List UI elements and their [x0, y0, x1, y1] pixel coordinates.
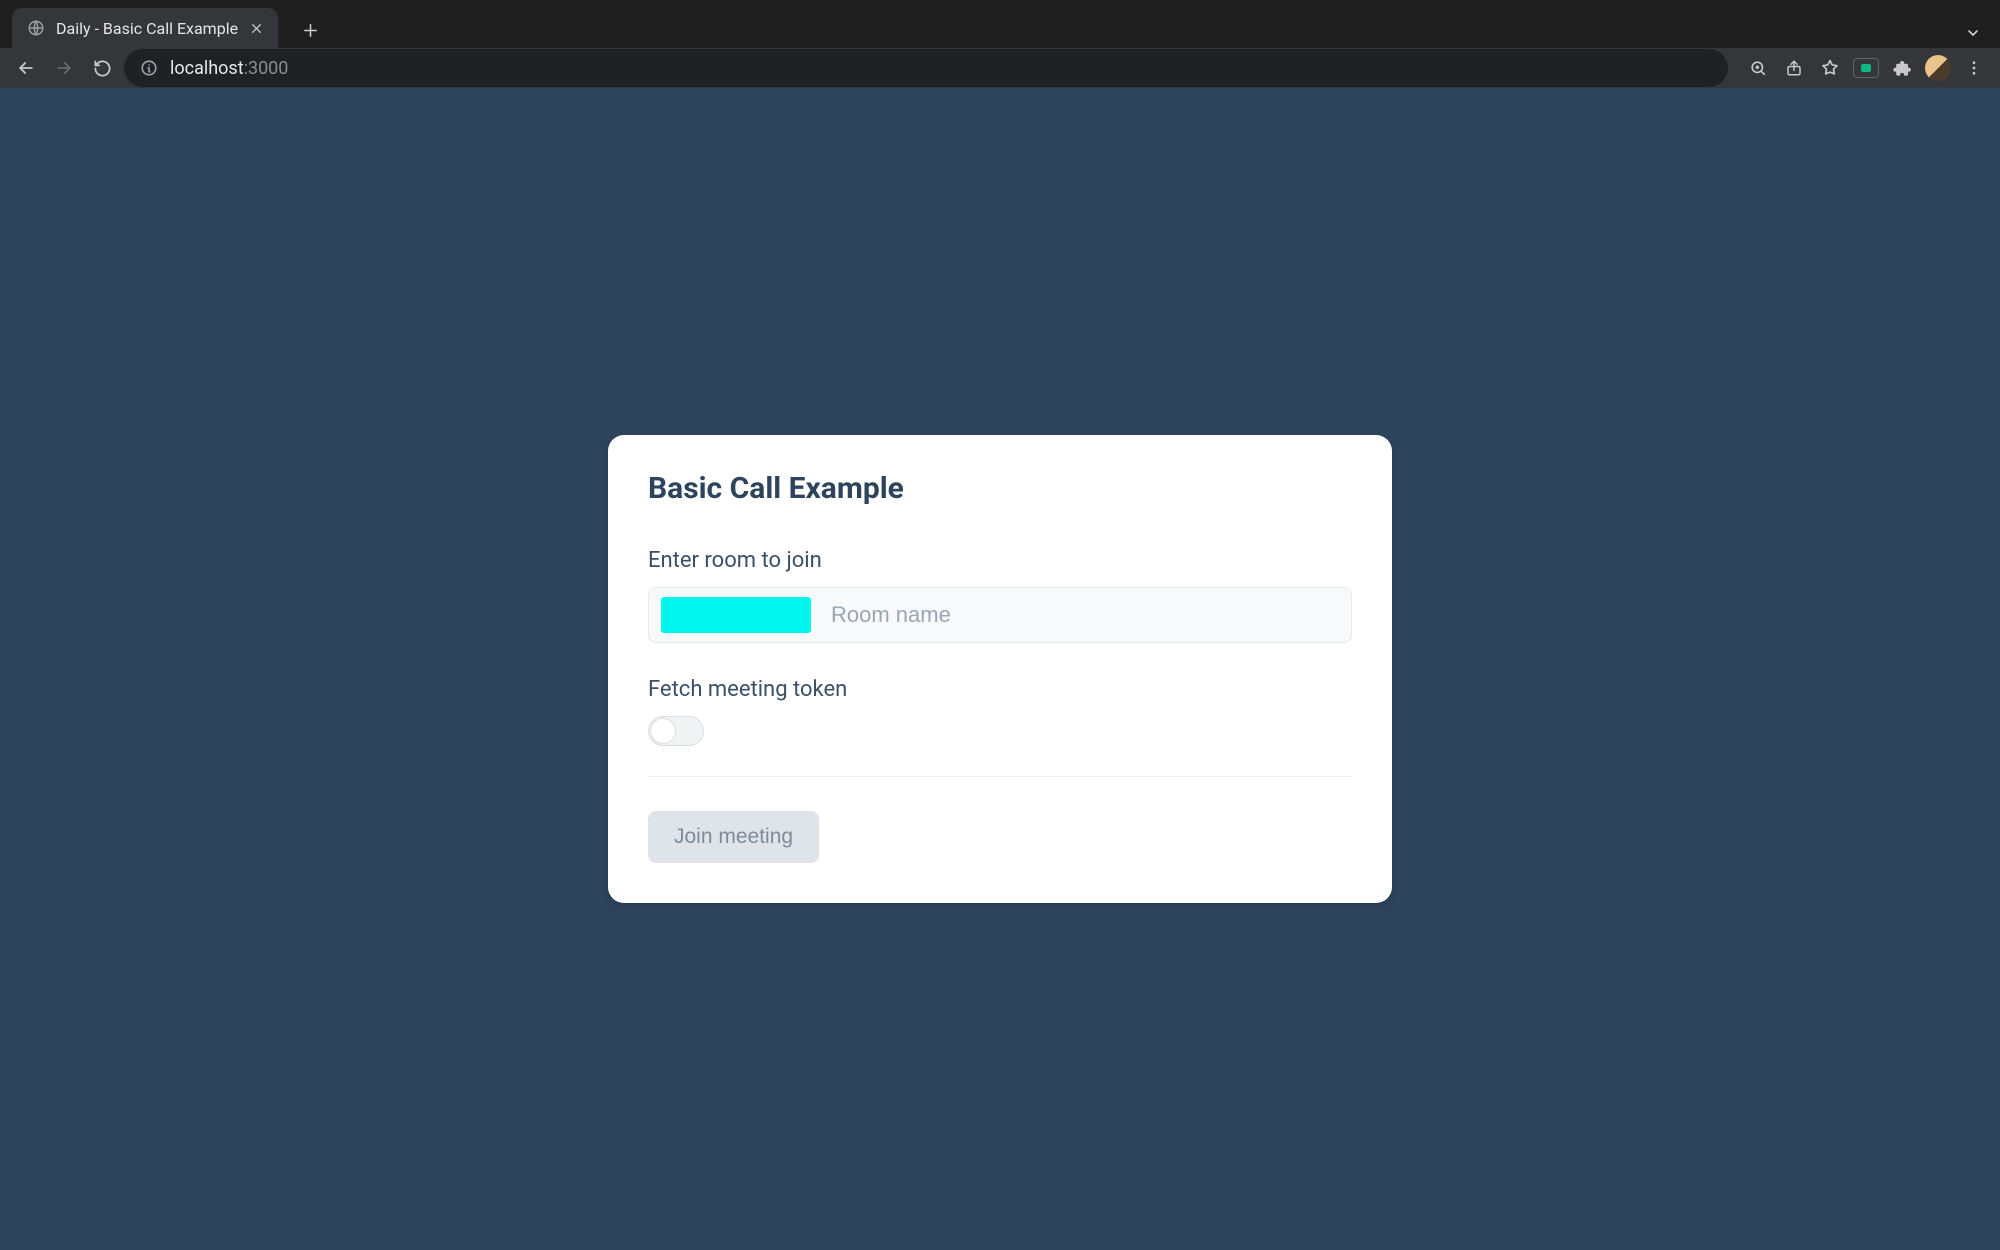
token-toggle-row: Fetch meeting token	[648, 677, 1352, 746]
extensions-puzzle-icon[interactable]	[1886, 52, 1918, 84]
back-button[interactable]	[10, 52, 42, 84]
kebab-menu-icon[interactable]	[1958, 52, 1990, 84]
room-field-label: Enter room to join	[648, 548, 1352, 573]
toggle-knob	[650, 718, 676, 744]
url-port: :3000	[244, 58, 289, 79]
bookmark-star-icon[interactable]	[1814, 52, 1846, 84]
browser-chrome: Daily - Basic Call Example	[0, 0, 2000, 88]
room-url-prefix-redacted	[661, 597, 811, 633]
reload-button[interactable]	[86, 52, 118, 84]
url-text: localhost:3000	[170, 58, 288, 79]
join-card: Basic Call Example Enter room to join Fe…	[608, 435, 1392, 903]
new-tab-button[interactable]	[292, 12, 328, 48]
room-name-input[interactable]	[811, 588, 1351, 642]
share-icon[interactable]	[1778, 52, 1810, 84]
page-viewport: Basic Call Example Enter room to join Fe…	[0, 88, 2000, 1250]
browser-toolbar: localhost:3000	[0, 48, 2000, 88]
room-input-container	[648, 587, 1352, 643]
globe-icon	[26, 18, 46, 38]
browser-tab-active[interactable]: Daily - Basic Call Example	[12, 8, 278, 48]
zoom-icon[interactable]	[1742, 52, 1774, 84]
forward-button[interactable]	[48, 52, 80, 84]
url-host: localhost	[170, 58, 244, 79]
profile-avatar[interactable]	[1922, 52, 1954, 84]
tab-strip: Daily - Basic Call Example	[0, 0, 2000, 48]
fetch-token-toggle[interactable]	[648, 716, 704, 746]
card-title: Basic Call Example	[648, 471, 1352, 506]
token-field-label: Fetch meeting token	[648, 677, 1352, 702]
extension-pill-icon[interactable]	[1850, 52, 1882, 84]
address-bar[interactable]: localhost:3000	[124, 49, 1728, 87]
close-tab-icon[interactable]	[248, 20, 264, 36]
toolbar-right-icons	[1742, 52, 1990, 84]
join-meeting-button[interactable]: Join meeting	[648, 811, 819, 863]
tabs-overflow-button[interactable]	[1958, 18, 1988, 48]
card-divider	[648, 776, 1352, 777]
site-info-icon[interactable]	[140, 59, 158, 77]
tab-title: Daily - Basic Call Example	[56, 19, 238, 38]
